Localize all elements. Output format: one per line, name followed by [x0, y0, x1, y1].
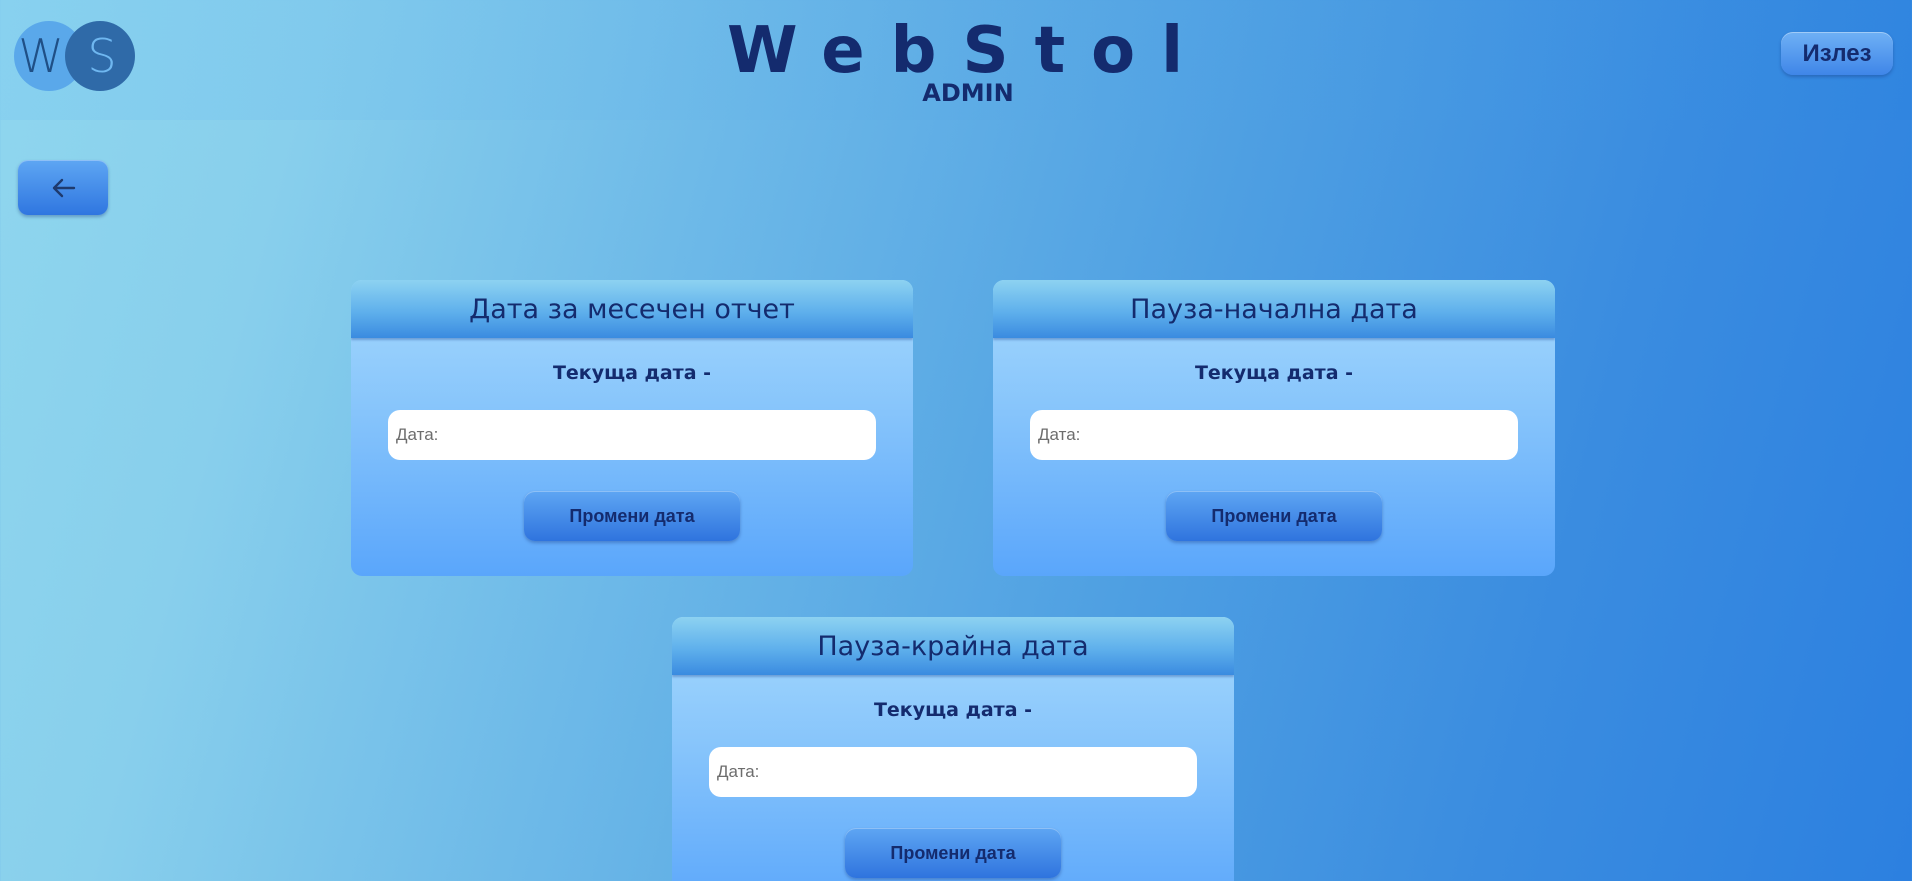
current-date-label: Текуща дата -	[552, 362, 712, 384]
card-title: Дата за месечен отчет	[351, 280, 913, 338]
date-input[interactable]	[709, 747, 1197, 797]
logout-button[interactable]: Излез	[1781, 32, 1893, 75]
card-title: Пауза-начална дата	[993, 280, 1555, 338]
top-header: W S WebStol ADMIN Излез	[0, 0, 1912, 120]
date-input[interactable]	[1030, 410, 1518, 460]
pause-end-date-card: Пауза-крайна дата Текуща дата - Промени …	[672, 617, 1234, 881]
change-date-button[interactable]: Промени дата	[524, 491, 740, 541]
monthly-report-date-card: Дата за месечен отчет Текуща дата - Пром…	[351, 280, 913, 576]
arrow-left-icon	[52, 178, 76, 197]
card-body: Текуща дата - Промени дата	[672, 675, 1234, 881]
back-button[interactable]	[18, 160, 108, 215]
current-date-label: Текуща дата -	[873, 699, 1033, 721]
change-date-button[interactable]: Промени дата	[1166, 491, 1382, 541]
date-input[interactable]	[388, 410, 876, 460]
change-date-button[interactable]: Промени дата	[845, 828, 1061, 878]
card-title: Пауза-крайна дата	[672, 617, 1234, 675]
current-date-label: Текуща дата -	[1194, 362, 1354, 384]
pause-start-date-card: Пауза-начална дата Текуща дата - Промени…	[993, 280, 1555, 576]
app-subtitle: ADMIN	[922, 79, 1014, 107]
card-body: Текуща дата - Промени дата	[351, 338, 913, 576]
card-body: Текуща дата - Промени дата	[993, 338, 1555, 576]
